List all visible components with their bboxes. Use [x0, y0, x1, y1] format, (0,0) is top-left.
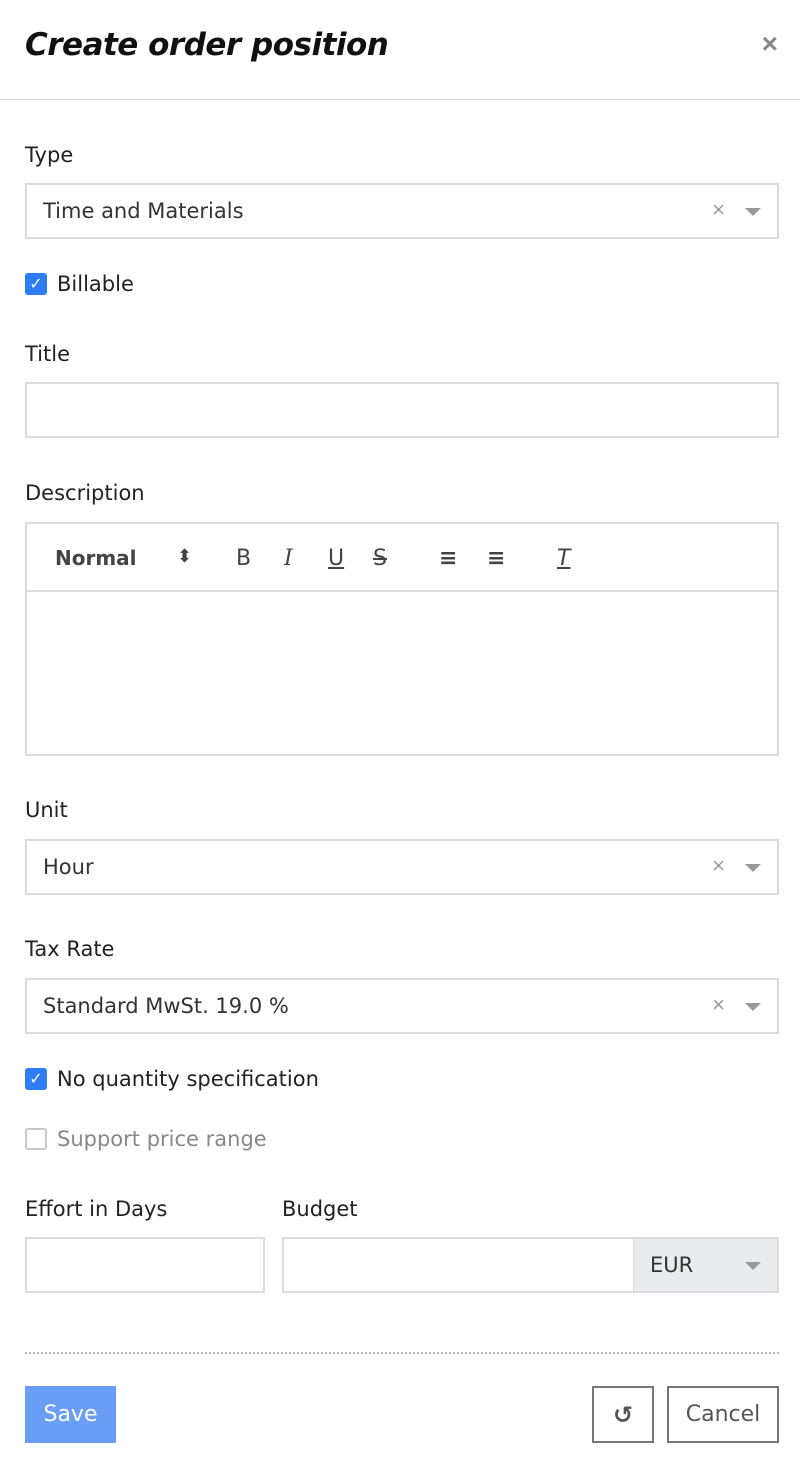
billable-checkbox[interactable]: ✓ Billable [25, 272, 134, 296]
type-value: Time and Materials [43, 199, 244, 223]
no-quantity-checkbox[interactable]: ✓ No quantity specification [25, 1067, 319, 1091]
currency-value: EUR [650, 1253, 694, 1277]
checkbox-checked-icon[interactable]: ✓ [25, 1068, 47, 1090]
undo-icon: ↺ [612, 1400, 634, 1429]
budget-label: Budget [282, 1197, 358, 1221]
chevron-down-icon[interactable] [745, 208, 761, 216]
description-textarea[interactable] [27, 592, 777, 754]
bold-icon[interactable]: B [236, 546, 251, 571]
dialog-title: Create order position [25, 27, 389, 63]
chevron-down-icon[interactable] [745, 864, 761, 872]
unit-value: Hour [43, 855, 94, 879]
cancel-button[interactable]: Cancel [667, 1386, 779, 1443]
ordered-list-icon[interactable]: ≡ [439, 546, 457, 571]
tax-rate-select[interactable]: Standard MwSt. 19.0 % × [25, 978, 779, 1034]
reset-button[interactable]: ↺ [592, 1386, 654, 1443]
clear-icon[interactable]: × [712, 197, 725, 223]
checkbox-unchecked-icon[interactable] [25, 1128, 47, 1150]
dialog-header: Create order position × [0, 0, 800, 100]
chevron-down-icon[interactable] [745, 1262, 761, 1270]
description-label: Description [25, 481, 145, 505]
type-label: Type [25, 143, 74, 167]
description-editor: Normal ⬍ B I U S ≡ ≡ T [25, 522, 779, 756]
format-select[interactable]: Normal [55, 546, 137, 570]
chevron-down-icon[interactable] [745, 1003, 761, 1011]
price-range-label: Support price range [57, 1127, 267, 1151]
close-icon[interactable]: × [762, 30, 778, 58]
strikethrough-icon[interactable]: S [373, 546, 387, 571]
italic-icon[interactable]: I [284, 546, 293, 571]
bullet-list-icon[interactable]: ≡ [487, 546, 505, 571]
tax-rate-value: Standard MwSt. 19.0 % [43, 994, 289, 1018]
clear-icon[interactable]: × [712, 853, 725, 879]
underline-icon[interactable]: U [328, 546, 344, 571]
billable-label: Billable [57, 272, 134, 296]
clear-icon[interactable]: × [712, 992, 725, 1018]
title-label: Title [25, 342, 71, 366]
editor-toolbar: Normal ⬍ B I U S ≡ ≡ T [27, 524, 777, 592]
price-range-checkbox[interactable]: Support price range [25, 1127, 267, 1151]
no-quantity-label: No quantity specification [57, 1067, 319, 1091]
clear-format-icon[interactable]: T [557, 546, 570, 571]
checkbox-checked-icon[interactable]: ✓ [25, 273, 47, 295]
save-button[interactable]: Save [25, 1386, 116, 1443]
type-select[interactable]: Time and Materials × [25, 183, 779, 239]
tax-rate-label: Tax Rate [25, 937, 115, 961]
unit-select[interactable]: Hour × [25, 839, 779, 895]
effort-input[interactable] [25, 1237, 265, 1293]
currency-select[interactable]: EUR [633, 1239, 777, 1291]
title-input[interactable] [25, 382, 779, 438]
unit-label: Unit [25, 798, 68, 822]
format-arrows-icon[interactable]: ⬍ [177, 546, 192, 567]
footer-divider [25, 1352, 779, 1354]
effort-label: Effort in Days [25, 1197, 168, 1221]
budget-input[interactable]: EUR [282, 1237, 779, 1293]
